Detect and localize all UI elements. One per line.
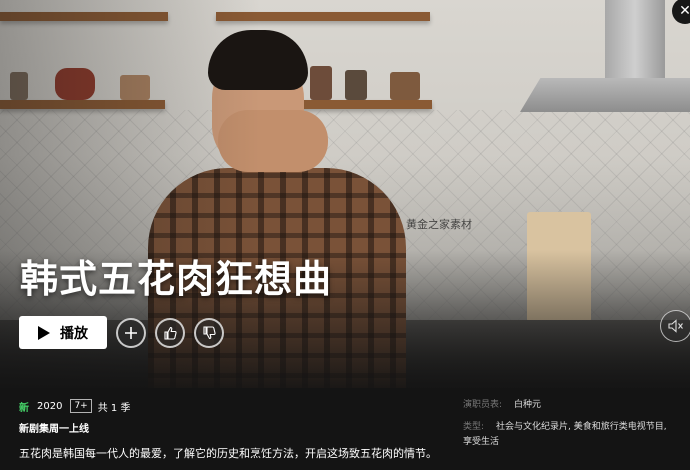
show-info: 新 2020 7+ 共 1 季 新剧集周一上线 五花肉是韩国每一代人的最爱，了解… [19,398,439,461]
maturity-rating: 7+ [70,399,92,413]
range-hood [520,78,690,112]
meta-row: 新 2020 7+ 共 1 季 [19,398,439,414]
speaker-mute-icon [668,319,683,333]
details-panel: 演职员表: 白种元 类型: 社会与文化纪录片, 美食和旅行类电视节目, 享受生活 [463,398,678,450]
play-label: 播放 [60,325,88,342]
jar [310,66,332,100]
play-button[interactable]: 播放 [19,316,107,349]
new-badge: 新 [19,402,29,414]
description: 五花肉是韩国每一代人的最爱，了解它的历史和烹饪方法，开启这场致五花肉的情节。 [19,447,437,460]
cast-row: 演职员表: 白种元 [463,398,678,413]
shelf [300,100,432,109]
cast-value[interactable]: 白种元 [514,400,541,410]
watermark: 黄金之家素材 [406,218,472,231]
add-to-list-button[interactable] [116,317,146,348]
dislike-button[interactable] [194,317,224,348]
close-icon: ✕ [679,3,690,19]
cast-label: 演职员表: [463,400,503,410]
jar [390,72,420,100]
season-count: 共 1 季 [97,402,131,414]
show-title: 韩式五花肉狂想曲 [20,257,333,301]
tagline: 新剧集周一上线 [19,424,89,435]
release-year: 2020 [37,400,63,412]
thumbs-up-icon [164,326,177,340]
mute-button[interactable] [660,310,690,342]
like-button[interactable] [155,317,185,348]
genre-label: 类型: [463,422,485,432]
genre-value[interactable]: 社会与文化纪录片, 美食和旅行类电视节目, 享受生活 [463,422,667,447]
play-icon [38,325,50,340]
genre-row: 类型: 社会与文化纪录片, 美食和旅行类电视节目, 享受生活 [463,420,678,450]
range-hood-pipe [605,0,665,82]
jar [345,70,367,100]
plus-icon [125,326,137,339]
action-bar: 播放 [19,316,224,349]
thumbs-down-icon [203,325,216,339]
